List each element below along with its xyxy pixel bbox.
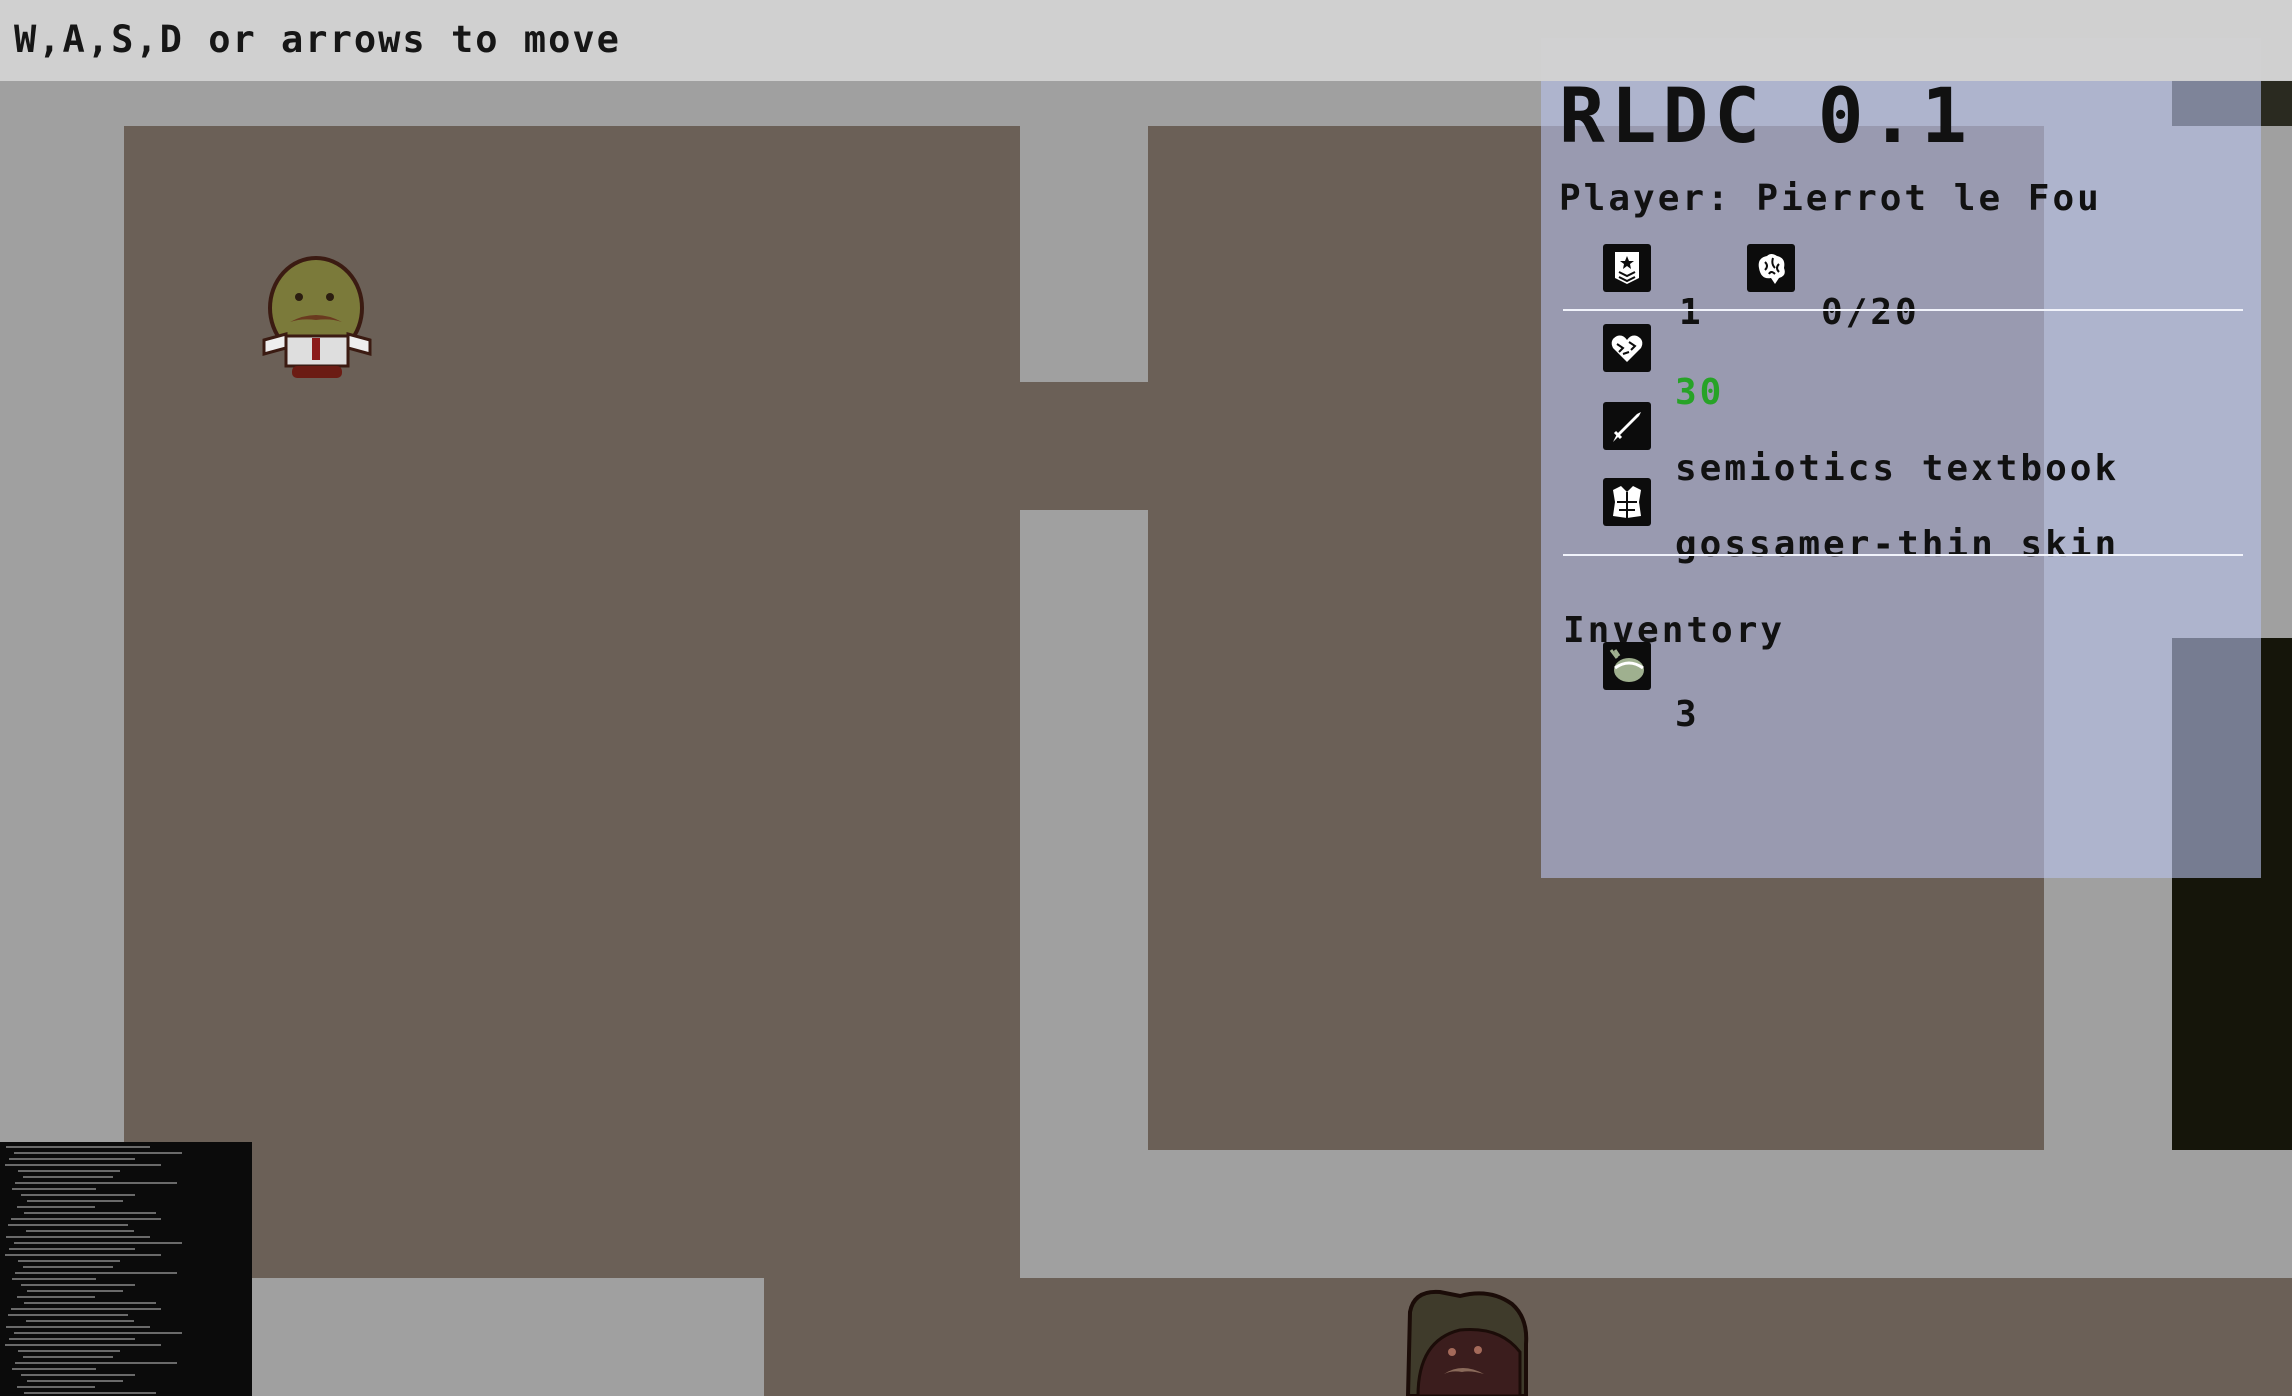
corridor-bottom-left bbox=[252, 1278, 764, 1396]
minimap-line bbox=[6, 1326, 150, 1328]
minimap-line bbox=[9, 1158, 135, 1160]
minimap-line bbox=[17, 1296, 95, 1298]
minimap-line bbox=[26, 1320, 134, 1322]
minimap-line bbox=[24, 1302, 156, 1304]
minimap-line bbox=[15, 1362, 177, 1364]
armor-name: gossamer-thin skin bbox=[1675, 524, 2120, 565]
corridor-center-top bbox=[1020, 126, 1148, 382]
minimap-line bbox=[6, 1236, 150, 1238]
minimap-line bbox=[17, 1386, 95, 1388]
rank-badge-icon bbox=[1603, 244, 1651, 292]
minimap-line bbox=[5, 1254, 161, 1256]
xp-value: 0/20 bbox=[1821, 292, 1920, 333]
hud-panel: RLDC 0.1 Player: Pierrot le Fou 1 0/20 3… bbox=[1541, 38, 2261, 878]
divider bbox=[1563, 309, 2243, 311]
minimap-line bbox=[5, 1344, 161, 1346]
movement-hint: W,A,S,D or arrows to move bbox=[14, 18, 621, 61]
sword-icon bbox=[1603, 402, 1651, 450]
corridor-center-mid bbox=[1020, 510, 1148, 1150]
minimap-line bbox=[8, 1314, 128, 1316]
minimap-line bbox=[14, 1332, 182, 1334]
minimap-line bbox=[27, 1290, 123, 1292]
minimap-line bbox=[15, 1272, 177, 1274]
minimap-line bbox=[18, 1170, 120, 1172]
minimap-line bbox=[21, 1374, 135, 1376]
minimap-line bbox=[18, 1260, 120, 1262]
instruction-bar: W,A,S,D or arrows to move bbox=[0, 0, 2292, 81]
minimap-line bbox=[27, 1380, 123, 1382]
minimap-line bbox=[6, 1146, 150, 1148]
minimap-line bbox=[21, 1284, 135, 1286]
minimap-line bbox=[11, 1218, 161, 1220]
minimap-line bbox=[14, 1242, 182, 1244]
monster-sprite bbox=[1405, 1289, 1529, 1396]
player-sprite bbox=[262, 256, 372, 378]
minimap bbox=[0, 1142, 252, 1396]
weapon-name: semiotics textbook bbox=[1675, 448, 2120, 489]
minimap-line bbox=[12, 1278, 96, 1280]
minimap-line bbox=[12, 1188, 96, 1190]
minimap-line bbox=[24, 1212, 156, 1214]
minimap-line bbox=[9, 1338, 135, 1340]
minimap-line bbox=[5, 1164, 161, 1166]
corridor-top-left bbox=[0, 81, 124, 1142]
minimap-line bbox=[8, 1224, 128, 1226]
minimap-line bbox=[23, 1176, 113, 1178]
hp-value: 30 bbox=[1675, 372, 1725, 413]
inventory-item-count: 3 bbox=[1675, 694, 1700, 735]
minimap-line bbox=[27, 1200, 123, 1202]
minimap-line bbox=[23, 1266, 113, 1268]
heart-icon bbox=[1603, 324, 1651, 372]
minimap-line bbox=[26, 1230, 134, 1232]
potion-icon[interactable] bbox=[1603, 642, 1651, 690]
corridor-bottom bbox=[1020, 1150, 2292, 1278]
minimap-line bbox=[15, 1182, 177, 1184]
game-title: RLDC 0.1 bbox=[1559, 71, 1974, 160]
brain-icon bbox=[1747, 244, 1795, 292]
minimap-line bbox=[9, 1248, 135, 1250]
minimap-line bbox=[23, 1356, 113, 1358]
inventory-header: Inventory bbox=[1563, 610, 1786, 651]
player-name: Player: Pierrot le Fou bbox=[1559, 178, 2102, 219]
corridor-floor-connector bbox=[1020, 382, 1150, 510]
minimap-line bbox=[14, 1152, 182, 1154]
level-value: 1 bbox=[1679, 292, 1704, 333]
minimap-line bbox=[17, 1206, 95, 1208]
minimap-line bbox=[12, 1368, 96, 1370]
divider bbox=[1563, 554, 2243, 556]
minimap-line bbox=[18, 1350, 120, 1352]
minimap-line bbox=[24, 1392, 156, 1394]
armor-icon bbox=[1603, 478, 1651, 526]
minimap-line bbox=[21, 1194, 135, 1196]
minimap-line bbox=[11, 1308, 161, 1310]
